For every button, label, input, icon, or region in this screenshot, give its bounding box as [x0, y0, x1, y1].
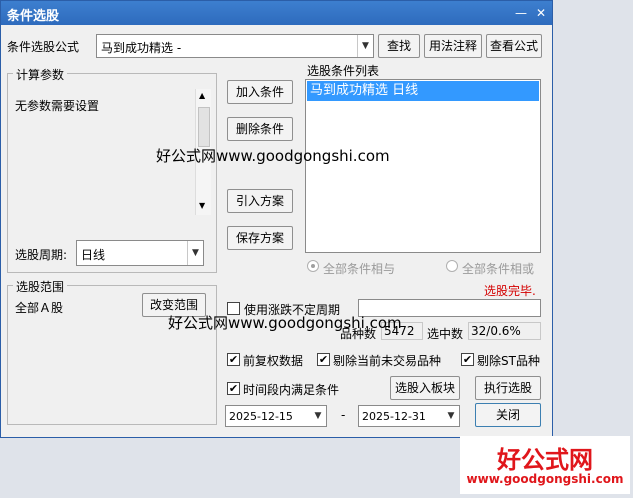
end-date-value: 2025-12-31	[362, 410, 426, 423]
chevron-down-icon[interactable]: ▼	[310, 406, 326, 426]
window-title: 条件选股	[7, 9, 60, 24]
chevron-down-icon[interactable]: ▼	[443, 406, 459, 426]
condition-list[interactable]: 马到成功精选 日线	[305, 79, 541, 253]
scroll-up-icon[interactable]: ▲	[199, 91, 205, 100]
range-value: 全部Ａ股	[15, 301, 64, 315]
save-scheme-button[interactable]: 保存方案	[227, 226, 293, 250]
period-label: 选股周期:	[15, 248, 68, 262]
condition-select-dialog: 条件选股 — ✕ 条件选股公式 马到成功精选 - ▼ 查找 用法注释 查看公式 …	[0, 0, 553, 438]
formula-select[interactable]: 马到成功精选 - ▼	[96, 34, 374, 58]
exclude-halt-label: 剔除当前未交易品种	[333, 354, 442, 368]
hit-value: 32/0.6%	[468, 322, 541, 340]
watermark-text: 好公式网www.goodgongshi.com	[156, 147, 390, 165]
formula-value: 马到成功精选 -	[101, 41, 182, 55]
params-text: 无参数需要设置	[15, 99, 100, 113]
time-range-label: 时间段内满足条件	[243, 383, 340, 397]
chevron-down-icon[interactable]: ▼	[187, 241, 203, 265]
usage-notes-button[interactable]: 用法注释	[424, 34, 482, 58]
site-logo: 好公式网 www.goodgongshi.com	[460, 436, 630, 494]
logo-title: 好公式网	[497, 446, 593, 474]
params-group-label: 计算参数	[13, 66, 68, 83]
period-select[interactable]: 日线 ▼	[76, 240, 204, 266]
condition-list-item[interactable]: 马到成功精选 日线	[307, 81, 539, 101]
add-condition-button[interactable]: 加入条件	[227, 80, 293, 104]
end-date-picker[interactable]: 2025-12-31 ▼	[358, 405, 460, 427]
start-date-picker[interactable]: 2025-12-15 ▼	[225, 405, 327, 427]
logic-and-radio[interactable]	[307, 260, 319, 272]
exclude-halt-checkbox[interactable]: ✔	[317, 353, 330, 366]
date-separator: -	[341, 408, 346, 422]
start-date-value: 2025-12-15	[229, 410, 293, 423]
title-bar: 条件选股 — ✕	[1, 1, 552, 25]
view-formula-button[interactable]: 查看公式	[486, 34, 542, 58]
prev-adjust-checkbox[interactable]: ✔	[227, 353, 240, 366]
delete-condition-button[interactable]: 删除条件	[227, 117, 293, 141]
scroll-down-icon[interactable]: ▼	[199, 201, 205, 210]
hit-label: 选中数	[427, 327, 464, 341]
prev-adjust-label: 前复权数据	[243, 354, 304, 368]
period-value: 日线	[81, 248, 106, 262]
add-to-block-button[interactable]: 选股入板块	[390, 376, 460, 400]
import-scheme-button[interactable]: 引入方案	[227, 189, 293, 213]
logic-and-label: 全部条件相与	[323, 262, 396, 276]
watermark-text: 好公式网www.goodgongshi.com	[168, 314, 402, 332]
find-button[interactable]: 查找	[378, 34, 420, 58]
exclude-st-label: 剔除ST品种	[477, 354, 540, 368]
exclude-st-checkbox[interactable]: ✔	[461, 353, 474, 366]
minimize-icon[interactable]: —	[513, 5, 529, 21]
close-button[interactable]: 关闭	[475, 403, 541, 427]
logic-or-label: 全部条件相或	[462, 262, 535, 276]
condition-list-label: 选股条件列表	[307, 64, 380, 78]
formula-label: 条件选股公式	[7, 40, 80, 54]
range-group-label: 选股范围	[13, 278, 68, 295]
logic-or-radio[interactable]	[446, 260, 458, 272]
close-icon[interactable]: ✕	[533, 5, 549, 21]
status-text: 选股完毕.	[484, 284, 536, 298]
chevron-down-icon[interactable]: ▼	[357, 35, 373, 57]
run-select-button[interactable]: 执行选股	[475, 376, 541, 400]
scrollbar-thumb[interactable]	[198, 107, 210, 147]
time-range-checkbox[interactable]: ✔	[227, 382, 240, 395]
logo-url: www.goodgongshi.com	[466, 472, 624, 486]
